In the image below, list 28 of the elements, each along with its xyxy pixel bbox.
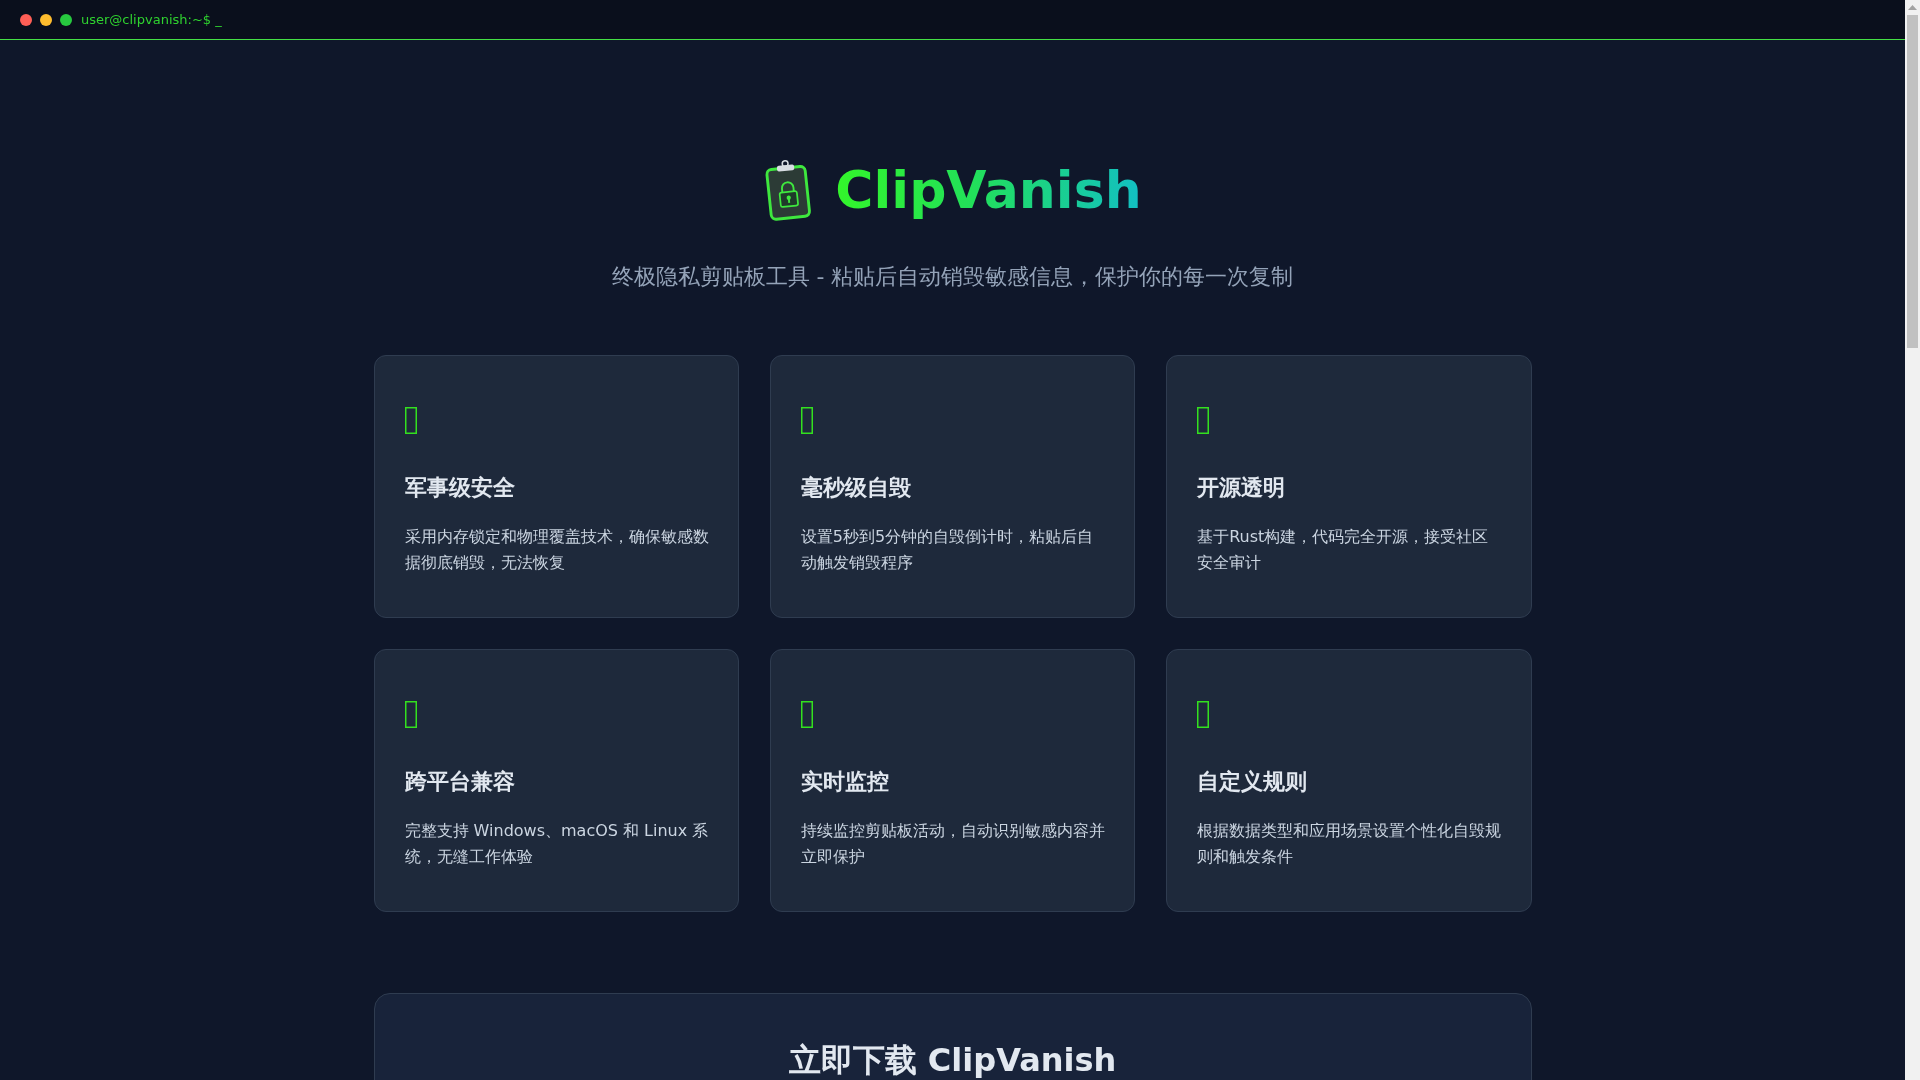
feature-title: 军事级安全 [404,474,516,502]
scrollbar-track[interactable] [1905,0,1920,1080]
feature-title: 实时监控 [800,768,890,797]
feature-description: 采用内存锁定和物理覆盖技术，确保敏感数据彻底销毁，无法恢复 [404,526,709,574]
window-dot-icon [40,13,52,26]
clipboard-lock-icon [763,158,814,222]
feature-description: 设置5秒到5分钟的自毁倒计时，粘贴后自动触发销毁程序 [800,526,1095,574]
up-arrow-icon[interactable] [1908,5,1917,10]
download-heading: 立即下载 ClipVanish [788,1041,1117,1080]
missing-glyph-icon [404,406,417,434]
feature-description: 完整支持 Windows、macOS 和 Linux 系统，无缝工作体验 [404,820,709,868]
feature-description: 持续监控剪贴板活动，自动识别敏感内容并立即保护 [800,820,1106,868]
feature-title: 跨平台兼容 [404,768,516,797]
feature-description: 基于Rust构建，代码完全开源，接受社区安全审计 [1197,526,1490,574]
feature-description: 根据数据类型和应用场景设置个性化自毁规则和触发条件 [1197,820,1502,868]
tagline: 终极隐私剪贴板工具 - 粘贴后自动销毁敏感信息，保护你的每一次复制 [611,263,1294,291]
window-dot-icon [20,13,32,26]
scrollbar-thumb[interactable] [1907,15,1918,348]
missing-glyph-icon [404,700,417,728]
feature-title: 自定义规则 [1197,768,1309,797]
feature-title: 开源透明 [1197,474,1287,502]
missing-glyph-icon [1197,406,1210,434]
terminal-prompt: user@clipvanish:~$ _ [81,12,222,27]
missing-glyph-icon [800,406,813,434]
missing-glyph-icon [1197,700,1210,728]
window-dot-icon [60,13,72,26]
feature-title: 毫秒级自毁 [800,474,912,502]
missing-glyph-icon [800,700,813,728]
